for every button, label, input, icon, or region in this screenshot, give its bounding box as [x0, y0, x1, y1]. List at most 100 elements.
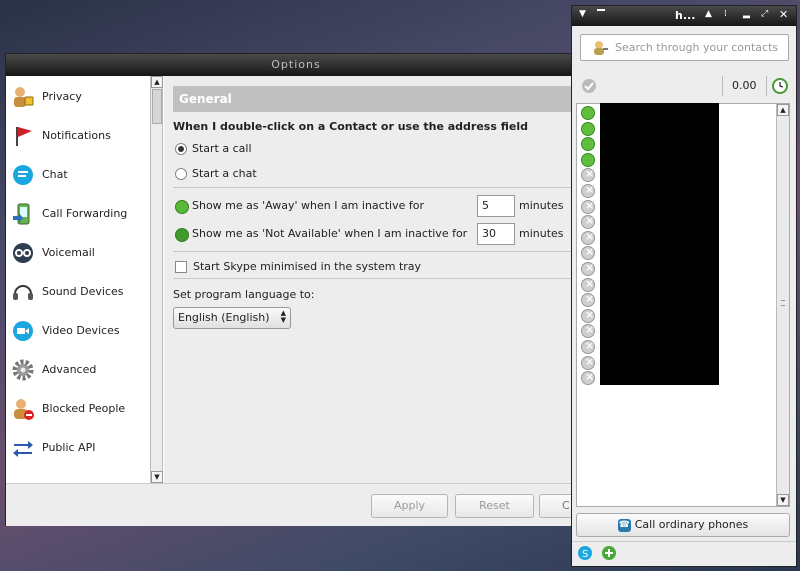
- contacts-search-icon: [594, 41, 608, 55]
- start-call-label[interactable]: Start a call: [192, 142, 252, 155]
- contact-offline-icon[interactable]: [581, 230, 595, 245]
- clock-icon[interactable]: [772, 78, 788, 94]
- contact-offline-icon[interactable]: [581, 323, 595, 339]
- category-label: Privacy: [42, 90, 82, 103]
- scroll-grip[interactable]: [781, 300, 785, 306]
- scroll-down-icon[interactable]: ▼: [777, 494, 789, 506]
- skype-status-icon[interactable]: [581, 78, 597, 94]
- flag-icon: [11, 124, 35, 148]
- category-notifications[interactable]: Notifications: [7, 116, 150, 155]
- category-advanced[interactable]: Advanced: [7, 350, 150, 389]
- skype-menu-icon[interactable]: S: [577, 545, 595, 563]
- skype-title-bar[interactable]: ▼ h... ▲ ⁞ ▂ ⤢ ✕: [572, 6, 796, 26]
- skype-main-window: ▼ h... ▲ ⁞ ▂ ⤢ ✕ Search through your con…: [571, 5, 797, 567]
- contact-online-icon[interactable]: [581, 152, 595, 167]
- scroll-up-icon[interactable]: ▲: [151, 76, 163, 88]
- credit-balance[interactable]: 0.00: [732, 79, 757, 92]
- scroll-up-icon[interactable]: ▲: [777, 104, 789, 116]
- contact-offline-icon[interactable]: [581, 183, 595, 198]
- not-available-label: Show me as 'Not Available' when I am ina…: [192, 227, 468, 240]
- contact-offline-icon[interactable]: [581, 355, 595, 370]
- category-call-forwarding[interactable]: Call Forwarding: [7, 194, 150, 233]
- contact-offline-icon[interactable]: [581, 245, 595, 261]
- start-chat-radio[interactable]: [175, 168, 187, 180]
- status-row: 0.00: [578, 76, 793, 98]
- contact-list[interactable]: ▲ ▼: [576, 103, 790, 507]
- contact-offline-icon[interactable]: [581, 167, 595, 183]
- dash-icon: [597, 9, 605, 11]
- not-available-minutes-input[interactable]: 30: [477, 223, 515, 245]
- not-available-status-icon: [175, 228, 189, 242]
- category-public-api[interactable]: Public API: [7, 428, 150, 467]
- chat-icon: [11, 163, 35, 187]
- apply-button[interactable]: Apply: [371, 494, 448, 518]
- category-label: Blocked People: [42, 402, 126, 415]
- divider: [766, 76, 767, 96]
- video-camera-icon: [11, 319, 35, 343]
- category-scrollbar[interactable]: ▲ ▼: [150, 76, 163, 483]
- contact-offline-icon[interactable]: [581, 308, 595, 323]
- category-privacy[interactable]: Privacy: [7, 77, 150, 116]
- category-blocked-people[interactable]: Blocked People: [7, 389, 150, 428]
- scroll-down-icon[interactable]: ▼: [151, 471, 163, 483]
- category-chat[interactable]: Chat: [7, 155, 150, 194]
- language-select[interactable]: English (English) ▲ ▼: [173, 307, 291, 329]
- category-label: Voicemail: [42, 246, 95, 259]
- reset-button[interactable]: Reset: [455, 494, 534, 518]
- api-arrows-icon: [11, 436, 35, 460]
- contact-offline-icon[interactable]: [581, 339, 595, 354]
- shade-icon[interactable]: ▲: [705, 9, 712, 19]
- start-chat-label[interactable]: Start a chat: [192, 167, 257, 180]
- contact-offline-icon[interactable]: [581, 292, 595, 308]
- options-title-bar[interactable]: Options: [6, 54, 586, 76]
- divider: [173, 187, 586, 188]
- options-content: General When I double-click on a Contact…: [164, 76, 586, 483]
- minimize-icon[interactable]: ▂: [743, 9, 750, 19]
- away-status-icon: [175, 200, 189, 214]
- divider: [173, 278, 586, 279]
- headset-icon: [11, 280, 35, 304]
- svg-text:S: S: [582, 549, 588, 560]
- contact-offline-icon[interactable]: [581, 199, 595, 214]
- start-minimised-label[interactable]: Start Skype minimised in the system tray: [193, 260, 421, 273]
- move-icon[interactable]: ⁞: [724, 9, 727, 19]
- doubleclick-heading: When I double-click on a Contact or use …: [173, 120, 528, 133]
- window-menu-icon[interactable]: ▼: [579, 9, 586, 19]
- contact-online-icon[interactable]: [581, 121, 595, 136]
- contact-offline-icon[interactable]: [581, 214, 595, 230]
- divider: [722, 76, 723, 96]
- contact-offline-icon[interactable]: [581, 261, 595, 276]
- skype-window-title: h...: [675, 9, 696, 22]
- add-contact-icon[interactable]: [601, 545, 619, 563]
- divider: [173, 251, 586, 252]
- start-call-radio[interactable]: [175, 143, 187, 155]
- contact-offline-icon[interactable]: [581, 370, 595, 386]
- call-forwarding-icon: [11, 202, 35, 226]
- category-video-devices[interactable]: Video Devices: [7, 311, 150, 350]
- away-minutes-input[interactable]: 5: [477, 195, 515, 217]
- contact-online-icon[interactable]: [581, 106, 595, 120]
- phone-icon: ☎: [617, 518, 631, 532]
- search-placeholder: Search through your contacts: [615, 41, 779, 54]
- category-label: Notifications: [42, 129, 111, 142]
- close-icon[interactable]: ✕: [779, 8, 788, 21]
- category-sound-devices[interactable]: Sound Devices: [7, 272, 150, 311]
- call-phones-button[interactable]: ☎ Call ordinary phones: [576, 513, 790, 537]
- contact-list-scrollbar[interactable]: ▲ ▼: [776, 104, 789, 506]
- contact-offline-icon[interactable]: [581, 277, 595, 292]
- contact-search-box[interactable]: Search through your contacts: [580, 34, 789, 61]
- scroll-thumb[interactable]: [152, 89, 162, 124]
- gear-icon: [11, 358, 35, 382]
- away-label: Show me as 'Away' when I am inactive for: [192, 199, 424, 212]
- blocked-user-icon: [11, 397, 35, 421]
- category-label: Video Devices: [42, 324, 120, 337]
- category-voicemail[interactable]: Voicemail: [7, 233, 150, 272]
- category-label: Call Forwarding: [42, 207, 128, 220]
- contact-online-icon[interactable]: [581, 137, 595, 152]
- maximize-icon[interactable]: ⤢: [761, 9, 768, 19]
- away-unit: minutes: [519, 199, 564, 212]
- category-label: Sound Devices: [42, 285, 124, 298]
- voicemail-icon: [11, 241, 35, 265]
- window-title: Options: [271, 58, 321, 71]
- start-minimised-checkbox[interactable]: [175, 261, 187, 273]
